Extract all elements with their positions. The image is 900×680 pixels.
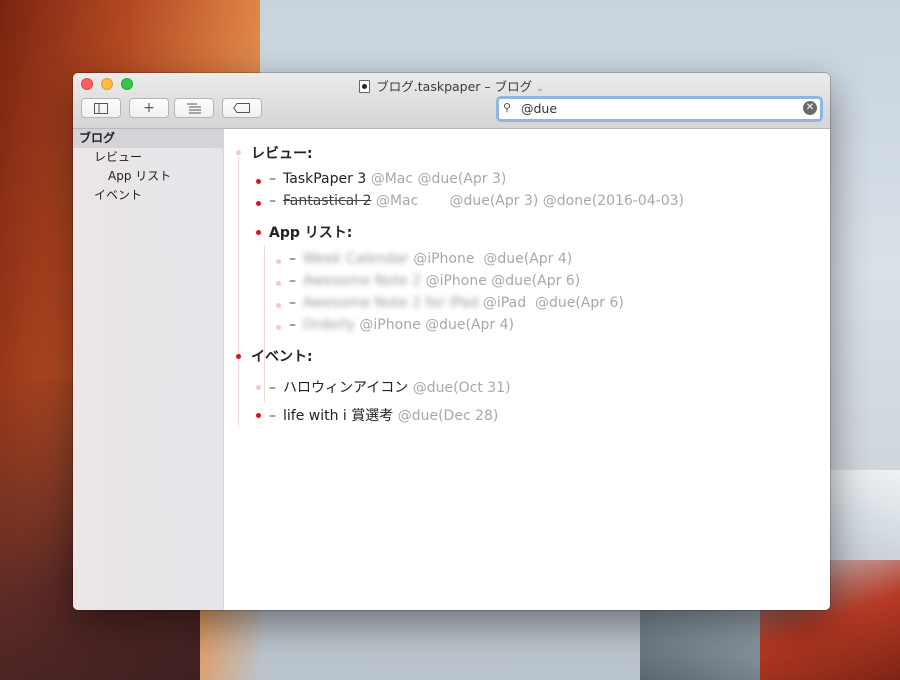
- task-tags[interactable]: @iPad @due(Apr 6): [483, 295, 624, 311]
- task-text: life with i 賞選考: [283, 408, 394, 424]
- project-bullet[interactable]: [236, 354, 241, 359]
- task-row[interactable]: – Awesome Note 2 @iPhone @due(Apr 6): [289, 273, 580, 289]
- task-row[interactable]: – Orderly @iPhone @due(Apr 4): [289, 317, 514, 333]
- plus-icon: +: [143, 100, 155, 116]
- task-dash: –: [289, 295, 296, 311]
- tag-icon: [233, 103, 250, 113]
- task-row[interactable]: – life with i 賞選考 @due(Dec 28): [269, 405, 498, 425]
- task-dash: –: [269, 408, 276, 424]
- sidebar-icon: [94, 102, 108, 114]
- document-icon: [359, 80, 371, 93]
- window-title: ブログ.taskpaper – ブログ ⌄: [73, 76, 830, 95]
- task-tags[interactable]: @iPhone @due(Apr 4): [413, 251, 572, 267]
- task-bullet[interactable]: [256, 201, 261, 206]
- sidebar-item-app-list[interactable]: App リスト: [73, 167, 223, 186]
- task-dash: –: [269, 193, 276, 209]
- task-row-done[interactable]: – Fantastical 2 @Mac @due(Apr 3) @done(20…: [269, 193, 684, 209]
- task-bullet[interactable]: [276, 325, 281, 330]
- task-text: ハロウィンアイコン: [283, 380, 409, 396]
- task-bullet[interactable]: [276, 303, 281, 308]
- task-row[interactable]: – TaskPaper 3 @Mac @due(Apr 3): [269, 171, 506, 187]
- task-tags[interactable]: @due(Dec 28): [398, 408, 499, 424]
- task-tags[interactable]: @iPhone @due(Apr 6): [421, 273, 581, 289]
- search-input[interactable]: [521, 100, 791, 116]
- project-events[interactable]: イベント:: [251, 346, 313, 366]
- chevron-down-icon[interactable]: ⌄: [536, 84, 544, 94]
- task-text-redacted: Orderly: [303, 317, 355, 333]
- task-dash: –: [269, 380, 276, 396]
- sidebar-item-events[interactable]: イベント: [73, 186, 223, 205]
- tag-button[interactable]: [222, 98, 262, 118]
- task-tags[interactable]: @iPhone @due(Apr 4): [359, 317, 514, 333]
- task-row[interactable]: – Awesome Note 2 for iPad @iPad @due(Apr …: [289, 295, 624, 311]
- task-dash: –: [289, 273, 296, 289]
- task-text-redacted: Awesome Note 2 for iPad: [303, 295, 479, 311]
- task-tags[interactable]: @due(Oct 31): [413, 380, 511, 396]
- task-tags[interactable]: @Mac @due(Apr 3): [371, 171, 507, 187]
- toggle-sidebar-button[interactable]: [81, 98, 121, 118]
- project-app-list[interactable]: App リスト:: [269, 222, 352, 242]
- task-text: Fantastical 2: [283, 193, 372, 209]
- project-bullet[interactable]: [256, 230, 261, 235]
- sidebar: ブログ レビュー App リスト イベント: [73, 129, 224, 610]
- task-tags[interactable]: @Mac @due(Apr 3) @done(2016-04-03): [376, 193, 684, 209]
- taskpaper-window: ブログ.taskpaper – ブログ⌄ + ⚲ ✕ ブログ レビュー App …: [73, 73, 830, 610]
- task-text-redacted: Week Calendar: [303, 251, 409, 267]
- task-dash: –: [269, 171, 276, 187]
- window-title-text: ブログ.taskpaper – ブログ: [376, 79, 533, 94]
- sidebar-item-blog[interactable]: ブログ: [73, 129, 223, 148]
- outline-button[interactable]: [174, 98, 214, 118]
- outline-editor[interactable]: レビュー: – TaskPaper 3 @Mac @due(Apr 3) – Fan…: [224, 129, 830, 610]
- task-dash: –: [289, 251, 296, 267]
- add-item-button[interactable]: +: [129, 98, 169, 118]
- project-bullet[interactable]: [236, 150, 241, 155]
- guide-line: [238, 157, 239, 427]
- task-row[interactable]: – ハロウィンアイコン @due(Oct 31): [269, 377, 511, 397]
- sidebar-item-review[interactable]: レビュー: [73, 148, 223, 167]
- task-bullet[interactable]: [256, 385, 261, 390]
- search-field[interactable]: ⚲ ✕: [496, 96, 823, 122]
- task-row[interactable]: – Week Calendar @iPhone @due(Apr 4): [289, 251, 572, 267]
- project-review[interactable]: レビュー:: [251, 143, 313, 163]
- task-bullet[interactable]: [256, 413, 261, 418]
- title-bar: ブログ.taskpaper – ブログ⌄ + ⚲ ✕: [73, 73, 830, 129]
- clear-icon[interactable]: ✕: [803, 101, 817, 115]
- search-icon: ⚲: [503, 101, 512, 114]
- task-bullet[interactable]: [256, 179, 261, 184]
- task-bullet[interactable]: [276, 259, 281, 264]
- task-text-redacted: Awesome Note 2: [303, 273, 422, 289]
- task-dash: –: [289, 317, 296, 333]
- outline-icon: [187, 103, 201, 113]
- task-bullet[interactable]: [276, 281, 281, 286]
- task-text: TaskPaper 3: [283, 171, 367, 187]
- guide-line: [264, 245, 265, 403]
